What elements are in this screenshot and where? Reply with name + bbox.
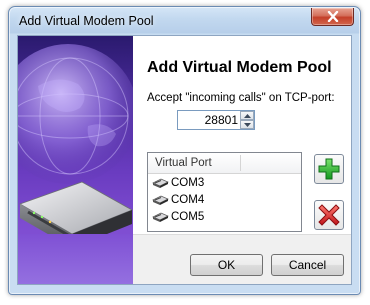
cancel-button[interactable]: Cancel — [271, 254, 344, 276]
port-spinner[interactable] — [240, 111, 254, 129]
dialog-window: Add Virtual Modem Pool Add Virtual Modem… — [8, 6, 361, 295]
dialog-heading: Add Virtual Modem Pool — [147, 59, 332, 76]
column-header-virtual-port[interactable]: Virtual Port — [155, 157, 212, 169]
chevron-down-icon — [244, 123, 251, 127]
spin-down-button[interactable] — [240, 120, 254, 129]
close-icon — [327, 11, 339, 22]
chevron-up-icon — [244, 114, 251, 118]
list-item[interactable]: COM3 — [152, 176, 292, 192]
window-title: Add Virtual Modem Pool — [19, 14, 154, 28]
modem-icon — [152, 212, 169, 222]
modem-icon — [152, 178, 169, 188]
plus-icon — [318, 158, 340, 180]
tcp-port-label: Accept "incoming calls" on TCP-port: — [147, 92, 335, 104]
tcp-port-spinbox[interactable] — [177, 110, 255, 130]
spin-up-button[interactable] — [240, 111, 254, 120]
remove-port-button[interactable] — [314, 200, 344, 230]
list-item[interactable]: COM4 — [152, 193, 292, 209]
list-item-label: COM3 — [171, 177, 205, 189]
list-item[interactable]: COM5 — [152, 210, 292, 226]
tcp-port-input[interactable] — [178, 111, 241, 129]
list-header[interactable]: Virtual Port — [148, 153, 301, 174]
dialog-client-area: Add Virtual Modem Pool Accept "incoming … — [17, 35, 352, 285]
list-item-label: COM5 — [171, 211, 205, 223]
list-item-label: COM4 — [171, 194, 205, 206]
red-x-icon — [318, 204, 340, 226]
add-port-button[interactable] — [314, 154, 344, 184]
ok-button[interactable]: OK — [190, 254, 263, 276]
close-button[interactable] — [311, 8, 354, 26]
column-divider[interactable] — [240, 155, 241, 171]
modem-icon — [152, 195, 169, 205]
virtual-port-list[interactable]: Virtual Port COM3 COM4 COM5 — [147, 152, 302, 232]
title-bar[interactable]: Add Virtual Modem Pool — [9, 7, 360, 35]
banner-lower — [18, 234, 133, 284]
